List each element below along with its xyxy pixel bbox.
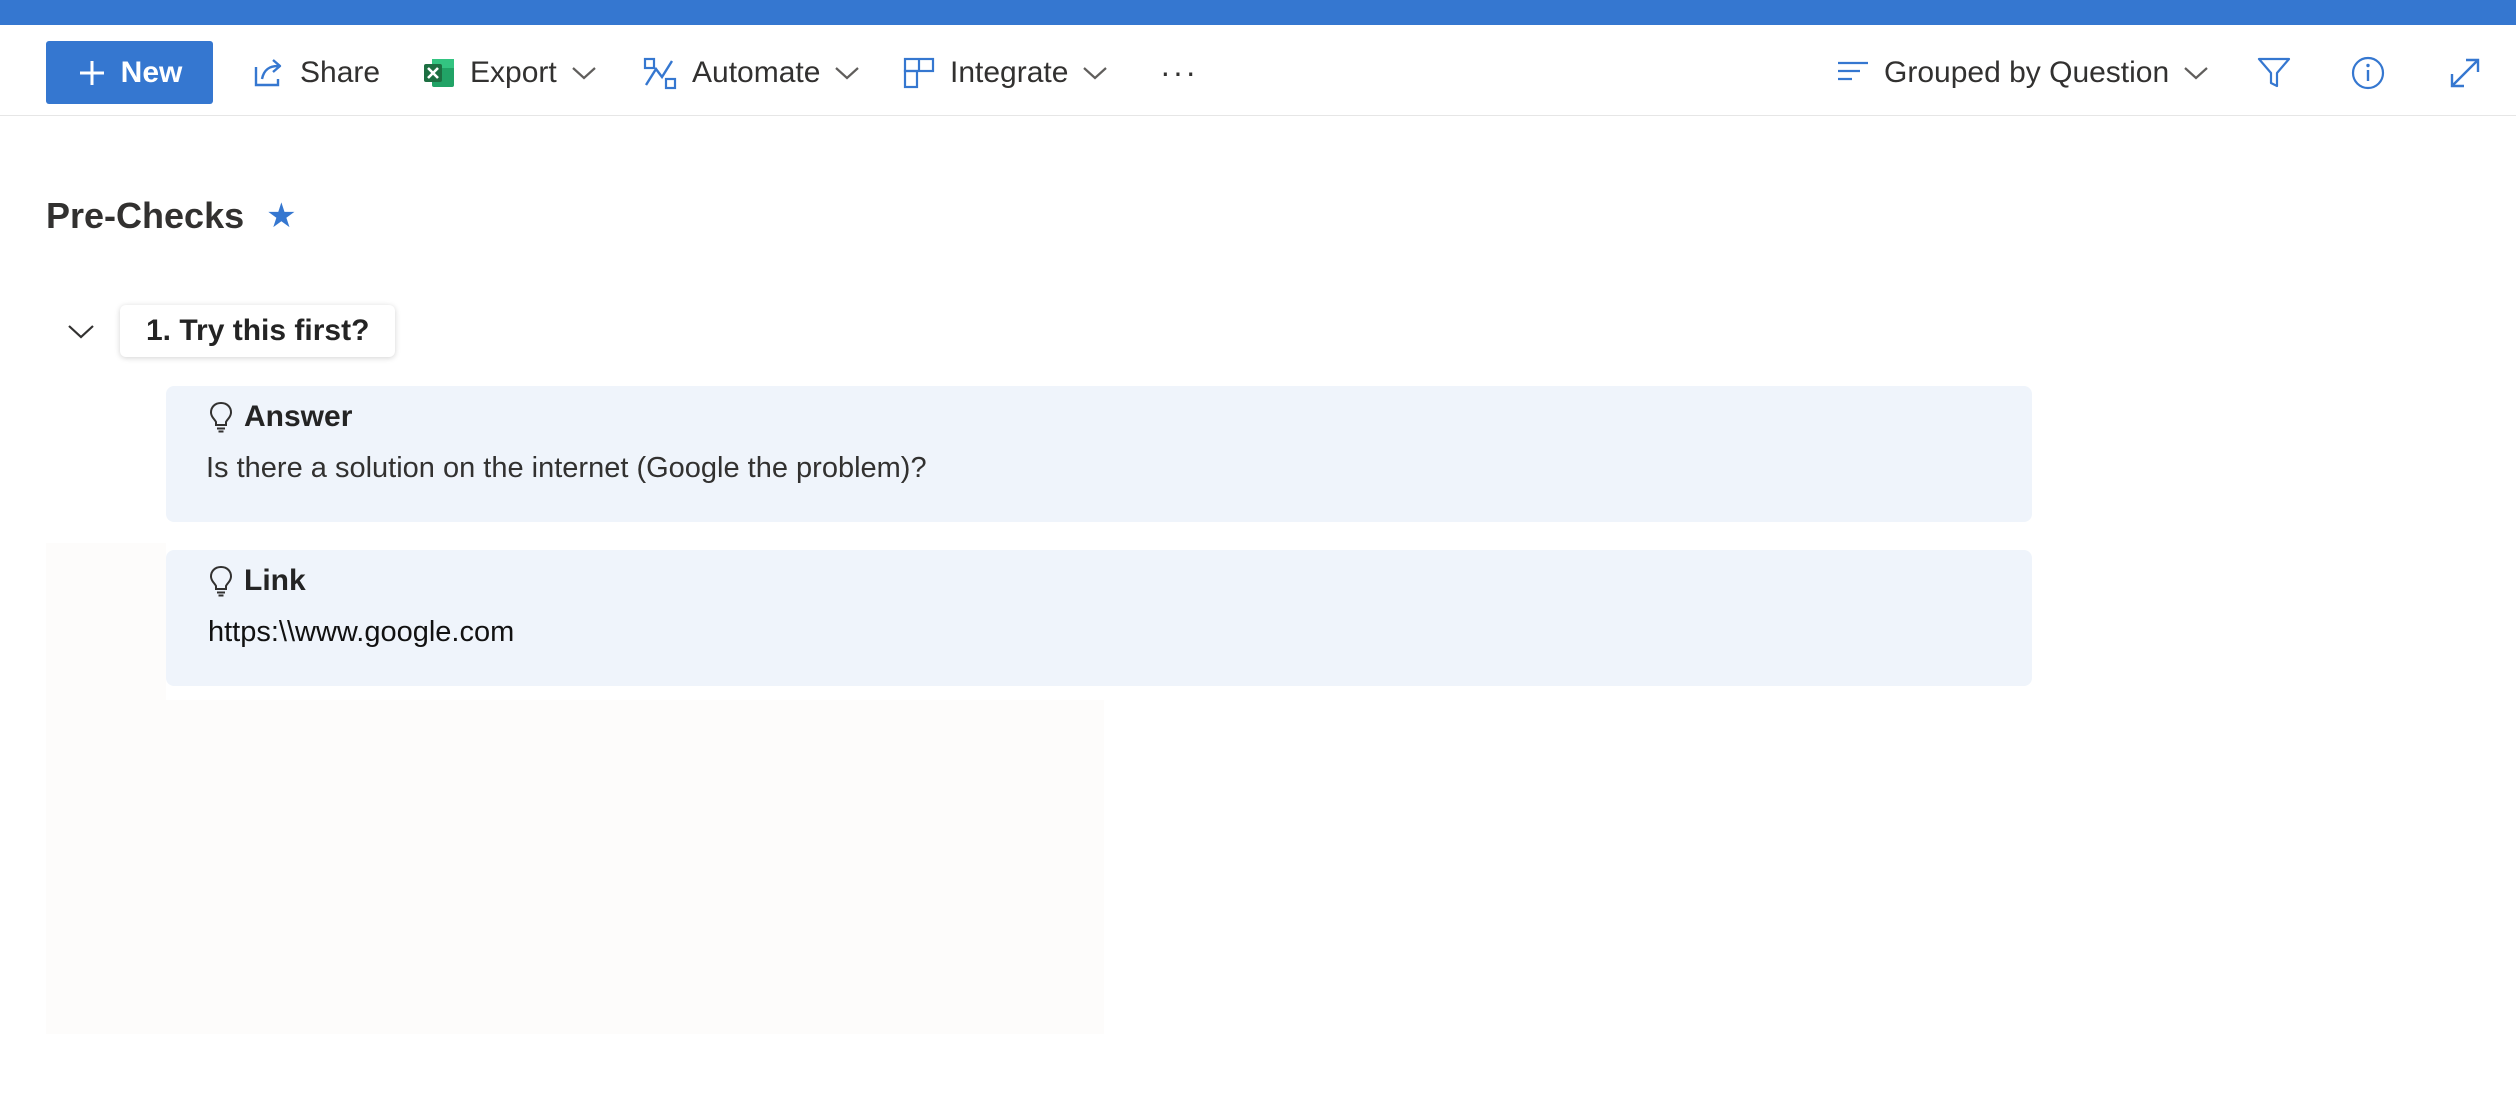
link-card-title: Link	[244, 564, 306, 597]
automate-label: Automate	[692, 55, 821, 89]
group-header-label: 1. Try this first?	[146, 314, 370, 347]
new-button[interactable]: New	[46, 41, 213, 104]
page-title-text: Pre-Checks	[46, 195, 245, 236]
share-icon	[254, 58, 282, 86]
answer-card-header: Answer	[208, 400, 352, 434]
plus-icon	[79, 60, 104, 85]
answer-card-title: Answer	[244, 400, 353, 433]
excel-icon	[424, 58, 454, 87]
filter-icon	[2257, 57, 2291, 87]
lightbulb-icon	[209, 401, 233, 433]
chevron-down-icon	[68, 325, 94, 339]
grouping-dropdown[interactable]: Grouped by Question	[1836, 41, 2209, 104]
group-header[interactable]: 1. Try this first?	[120, 305, 396, 357]
share-button[interactable]: Share	[252, 41, 380, 104]
collapse-group-button[interactable]	[66, 322, 96, 345]
info-button[interactable]	[2350, 41, 2386, 104]
link-card-header: Link	[208, 564, 306, 598]
lightbulb-icon	[209, 565, 233, 597]
answer-card-text: Is there a solution on the internet (Goo…	[206, 452, 927, 484]
chevron-down-icon	[571, 66, 596, 79]
share-label: Share	[300, 55, 381, 89]
background-panel	[46, 543, 166, 700]
expand-icon	[2450, 58, 2480, 87]
new-button-label: New	[120, 55, 183, 89]
export-label: Export	[470, 55, 557, 89]
background-panel	[46, 700, 1104, 1034]
integrate-icon	[903, 57, 935, 88]
grouping-label: Grouped by Question	[1884, 55, 2170, 89]
star-icon[interactable]: ★	[266, 196, 296, 236]
filter-button[interactable]	[2256, 41, 2292, 104]
automate-icon	[643, 57, 677, 89]
info-icon	[2351, 56, 2385, 89]
export-button[interactable]: Export	[422, 41, 597, 104]
automate-button[interactable]: Automate	[642, 41, 860, 104]
command-bar: New Share Export Automate Integrate ··· …	[0, 25, 2516, 116]
app-header-bar	[0, 0, 2516, 25]
group-list-icon	[1838, 61, 1868, 80]
page-title: Pre-Checks ★	[46, 195, 297, 237]
chevron-down-icon	[835, 66, 860, 79]
integrate-button[interactable]: Integrate	[902, 41, 1108, 104]
integrate-label: Integrate	[950, 55, 1069, 89]
expand-button[interactable]	[2448, 41, 2482, 104]
link-card[interactable]: Link https:\\www.google.com	[166, 550, 2032, 686]
more-options-button[interactable]: ···	[1160, 41, 1198, 104]
chevron-down-icon	[1083, 66, 1108, 79]
answer-card[interactable]: Answer Is there a solution on the intern…	[166, 386, 2032, 522]
link-card-url[interactable]: https:\\www.google.com	[208, 616, 514, 649]
more-icon: ···	[1160, 54, 1198, 90]
chevron-down-icon	[2184, 66, 2208, 79]
